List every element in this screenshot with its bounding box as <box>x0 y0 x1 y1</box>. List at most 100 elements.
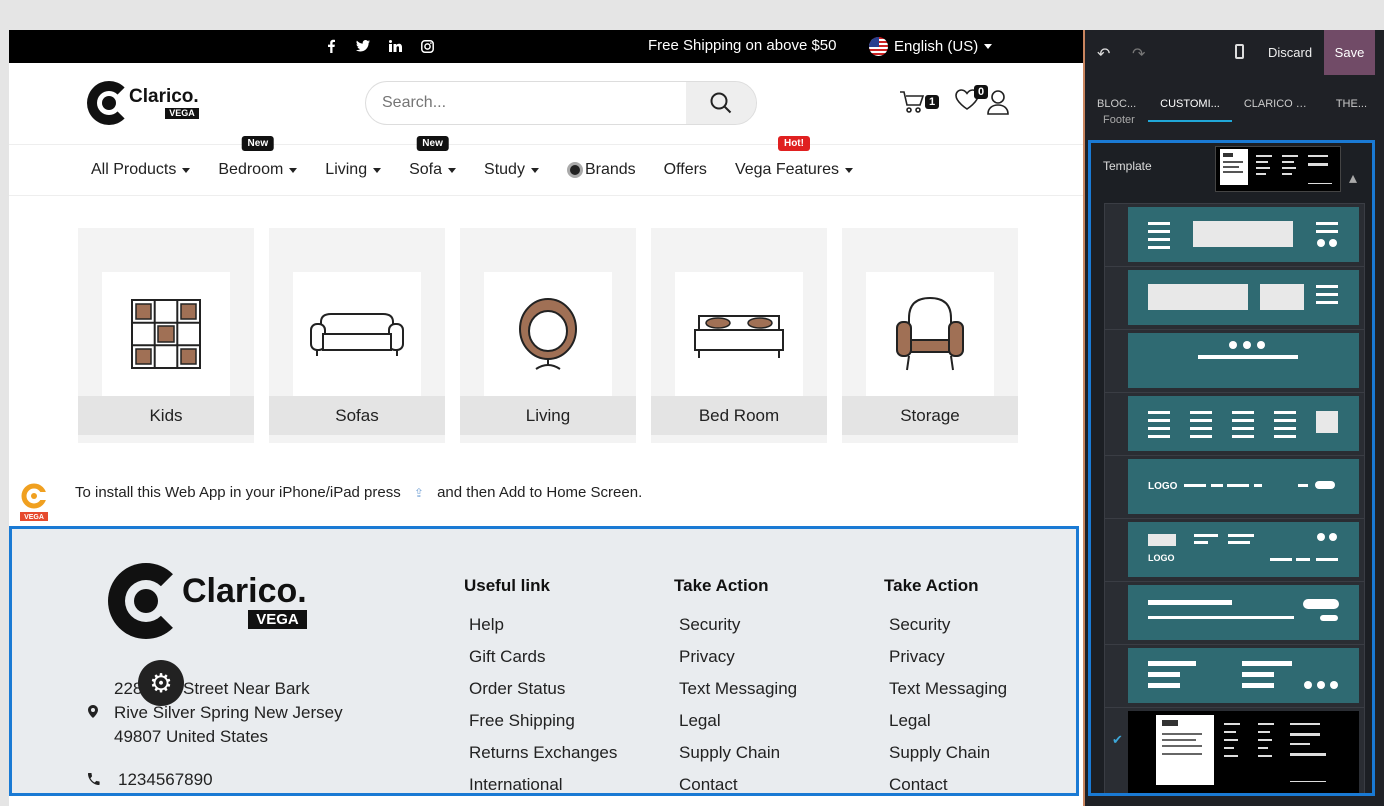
search-button[interactable] <box>686 82 756 124</box>
nav-item-brands[interactable]: Brands <box>566 161 636 179</box>
share-icon: ⇪ <box>413 486 424 500</box>
template-option[interactable]: LOGO <box>1105 519 1364 582</box>
template-list: LOGO LOGO ✔ <box>1104 203 1365 793</box>
footer-section[interactable]: Clarico. VEGA 228 Oak Street Near Bark R… <box>9 526 1079 796</box>
template-thumb <box>1128 333 1359 388</box>
footer-link[interactable]: Order Status <box>469 673 617 705</box>
chevron-down-icon <box>530 167 539 173</box>
footer-column-title: Useful link <box>464 576 550 595</box>
category-label: Storage <box>842 396 1018 435</box>
nav-item-label: Living <box>325 161 368 178</box>
chevron-down-icon <box>289 167 298 173</box>
linkedin-icon[interactable] <box>379 38 411 54</box>
category-card-bed-room[interactable]: Bed Room <box>651 228 827 443</box>
footer-link[interactable]: Help <box>469 609 617 641</box>
map-pin-icon <box>88 705 98 718</box>
site-logo[interactable]: Clarico. VEGA <box>87 81 199 125</box>
footer-link[interactable]: Legal <box>679 705 797 737</box>
category-card-sofas[interactable]: Sofas <box>269 228 445 443</box>
nav-item-all-products[interactable]: All Products <box>91 161 191 179</box>
template-option[interactable] <box>1105 267 1364 330</box>
category-card-kids[interactable]: Kids <box>78 228 254 443</box>
template-option[interactable] <box>1105 645 1364 708</box>
footer-link[interactable]: Legal <box>889 705 1007 737</box>
category-card-storage[interactable]: Storage <box>842 228 1018 443</box>
footer-link[interactable]: Contact <box>889 769 1007 801</box>
nav-item-bedroom[interactable]: Bedroom New <box>218 136 298 179</box>
footer-link[interactable]: Privacy <box>679 641 797 673</box>
footer-link[interactable]: Supply Chain <box>679 737 797 769</box>
footer-link[interactable]: Privacy <box>889 641 1007 673</box>
redo-icon[interactable]: ↷ <box>1132 44 1145 64</box>
chevron-down-icon <box>984 44 993 49</box>
facebook-icon[interactable] <box>315 38 347 54</box>
template-thumb <box>1128 207 1359 262</box>
template-option[interactable] <box>1105 330 1364 393</box>
editor-tab[interactable]: CUSTOMI... <box>1148 98 1232 122</box>
nav-badge: New <box>241 136 275 151</box>
category-label: Bed Room <box>651 396 827 435</box>
footer-link[interactable]: Contact <box>679 769 797 801</box>
template-thumb <box>1128 585 1359 640</box>
cart-button[interactable]: 1 <box>899 89 940 119</box>
nav-item-study[interactable]: Study <box>484 161 539 179</box>
discard-button[interactable]: Discard <box>1268 45 1312 60</box>
selected-template-thumb <box>1220 149 1332 185</box>
search-input[interactable] <box>366 82 686 124</box>
template-option[interactable] <box>1105 582 1364 645</box>
footer-link[interactable]: Returns Exchanges <box>469 737 617 769</box>
template-thumb: LOGO <box>1128 459 1359 514</box>
social-links <box>315 38 443 54</box>
clarico-app-icon: VEGA <box>20 483 48 521</box>
save-button[interactable]: Save <box>1324 30 1375 75</box>
chevron-up-icon[interactable]: ▴ <box>1349 168 1357 188</box>
template-option[interactable]: LOGO <box>1105 456 1364 519</box>
chevron-down-icon <box>845 167 854 173</box>
nav-item-label: Bedroom <box>218 161 284 178</box>
footer-link[interactable]: Security <box>679 609 797 641</box>
footer-link[interactable]: Supply Chain <box>889 737 1007 769</box>
account-button[interactable] <box>987 89 1017 119</box>
category-label: Living <box>460 396 636 435</box>
gear-icon[interactable]: ⚙ <box>138 660 184 706</box>
twitter-icon[interactable] <box>347 38 379 54</box>
chevron-down-icon <box>373 167 382 173</box>
footer-link[interactable]: Text Messaging <box>679 673 797 705</box>
nav-item-sofa[interactable]: Sofa New <box>409 136 457 179</box>
nav-item-living[interactable]: Living <box>325 161 382 179</box>
footer-phone[interactable]: 1234567890 <box>118 770 213 790</box>
nav-item-offers[interactable]: Offers <box>664 161 707 179</box>
template-option[interactable] <box>1105 204 1364 267</box>
nav-item-label: Sofa <box>409 161 443 178</box>
footer-link[interactable]: Security <box>889 609 1007 641</box>
website-preview: Free Shipping on above $50 English (US) … <box>9 30 1085 806</box>
footer-logo[interactable]: Clarico. VEGA <box>108 563 307 639</box>
address-line: Rive Silver Spring New Jersey <box>114 703 343 722</box>
footer-link[interactable]: International <box>469 769 617 801</box>
template-select[interactable] <box>1215 146 1341 192</box>
category-image <box>484 272 612 396</box>
editor-tab[interactable]: THE... <box>1324 98 1379 122</box>
nav-item-label: Brands <box>584 161 636 178</box>
nav-item-vega-features[interactable]: Vega Features Hot! <box>735 136 854 179</box>
cart-count-badge: 1 <box>925 95 940 109</box>
footer-link[interactable]: Text Messaging <box>889 673 1007 705</box>
template-option-selected[interactable]: ✔ <box>1105 708 1364 793</box>
logo-vega: VEGA <box>165 108 199 119</box>
install-text-after: and then Add to Home Screen. <box>437 484 643 501</box>
mobile-preview-icon[interactable] <box>1235 44 1244 59</box>
undo-icon[interactable]: ↶ <box>1097 44 1110 64</box>
template-option[interactable] <box>1105 393 1364 456</box>
svg-text:VEGA: VEGA <box>24 514 44 521</box>
editor-tab[interactable]: CLARICO VE... <box>1232 98 1324 122</box>
category-card-living[interactable]: Living <box>460 228 636 443</box>
wishlist-button[interactable]: 0 <box>955 85 989 119</box>
wishlist-count-badge: 0 <box>974 85 989 99</box>
template-thumb <box>1128 396 1359 451</box>
nav-item-label: Study <box>484 161 525 178</box>
language-selector[interactable]: English (US) <box>869 37 993 56</box>
template-label: Template <box>1103 159 1152 173</box>
footer-link[interactable]: Free Shipping <box>469 705 617 737</box>
instagram-icon[interactable] <box>411 38 443 54</box>
footer-link[interactable]: Gift Cards <box>469 641 617 673</box>
